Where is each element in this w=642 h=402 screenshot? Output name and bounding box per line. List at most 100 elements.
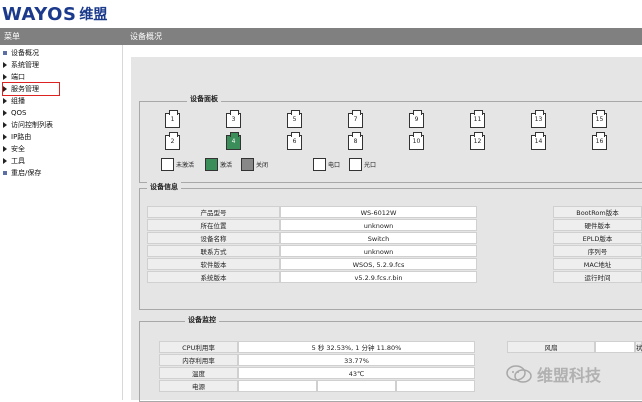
monitor-row-temperature: 温度 43℃ [159, 367, 475, 379]
port-label: 8 [353, 138, 358, 145]
info-label: BootRom版本 [553, 206, 642, 218]
port-label: 15 [595, 116, 604, 123]
port-label: 2 [170, 138, 175, 145]
port-6[interactable]: 6 [287, 132, 302, 150]
legend-label: 关闭 [256, 162, 269, 169]
info-row-hardware-version: 硬件版本 [553, 219, 642, 231]
sidebar-item-port[interactable]: 端口 [3, 71, 25, 83]
monitor-label: 状 [635, 341, 642, 353]
port-16[interactable]: 16 [592, 132, 607, 150]
watermark-text: 维盟科技 [537, 366, 602, 385]
page-title: 设备概况 [130, 32, 162, 41]
expand-arrow-icon [3, 62, 7, 68]
expand-arrow-icon [3, 134, 7, 140]
port-label: 16 [595, 138, 604, 145]
port-label: 13 [534, 116, 543, 123]
port-13[interactable]: 13 [531, 110, 546, 128]
wayos-logo: WAYOS 维盟 [2, 3, 107, 25]
port-label: 4 [231, 138, 236, 145]
square-bullet-icon [3, 171, 7, 175]
monitor-label: CPU利用率 [159, 341, 238, 353]
sidebar-item-tools[interactable]: 工具 [3, 155, 25, 167]
info-row-bootrom: BootRom版本 [553, 206, 642, 218]
port-11[interactable]: 11 [470, 110, 485, 128]
port-14[interactable]: 14 [531, 132, 546, 150]
info-label: 硬件版本 [553, 219, 642, 231]
monitor-value [238, 380, 317, 392]
main-content: 设备面板 1 3 5 7 9 11 13 15 2 4 6 8 10 12 14… [123, 45, 642, 402]
legend-closed: 关闭 [241, 158, 268, 171]
sidebar-item-qos[interactable]: QOS [3, 107, 26, 119]
sidebar-item-ip-routing[interactable]: IP路由 [3, 131, 31, 143]
device-monitor-title: 设备监控 [185, 315, 219, 325]
port-label: 11 [473, 116, 482, 123]
monitor-label: 内存利用率 [159, 354, 238, 366]
port-label: 3 [231, 116, 236, 123]
expand-arrow-icon [3, 110, 7, 116]
info-label: 运行时间 [553, 271, 642, 283]
info-row-model: 产品型号 WS-6012W [147, 206, 477, 218]
electric-port-icon [313, 158, 326, 171]
legend-active: 激活 [205, 158, 232, 171]
logo-text: WAYOS [2, 3, 77, 25]
sidebar-item-reboot-save[interactable]: 重启/保存 [3, 167, 41, 179]
info-label: MAC地址 [553, 258, 642, 270]
port-3[interactable]: 3 [226, 110, 241, 128]
port-7[interactable]: 7 [348, 110, 363, 128]
title-bar: 菜单 设备概况 [0, 28, 642, 45]
info-label: 系统版本 [147, 271, 280, 283]
port-12[interactable]: 12 [470, 132, 485, 150]
active-port-icon [205, 158, 218, 171]
sidebar-item-service-management[interactable]: 服务管理 [2, 82, 60, 96]
info-label: 序列号 [553, 245, 642, 257]
port-2[interactable]: 2 [165, 132, 180, 150]
info-row-device-name: 设备名称 Switch [147, 232, 477, 244]
port-label: 5 [292, 116, 297, 123]
header: WAYOS 维盟 [0, 0, 642, 28]
info-value: WS-6012W [280, 206, 477, 218]
expand-arrow-icon [3, 158, 7, 164]
menu-title: 菜单 [4, 32, 20, 41]
monitor-row-cpu: CPU利用率 5 秒 32.53%, 1 分钟 11.80% [159, 341, 475, 353]
sidebar-item-label: 系统管理 [11, 61, 39, 69]
device-panel-title: 设备面板 [187, 94, 221, 104]
port-5[interactable]: 5 [287, 110, 302, 128]
port-label: 1 [170, 116, 175, 123]
sidebar: 设备概况 系统管理 端口 服务管理 组播 QOS 访问控制列表 IP路由 安全 … [0, 45, 123, 400]
legend-label: 电口 [328, 162, 341, 169]
legend-label: 光口 [364, 162, 377, 169]
monitor-value-empty [396, 380, 475, 392]
info-row-mac-address: MAC地址 [553, 258, 642, 270]
sidebar-item-multicast[interactable]: 组播 [3, 95, 25, 107]
port-15[interactable]: 15 [592, 110, 607, 128]
info-row-contact: 联系方式 unknown [147, 245, 477, 257]
sidebar-item-label: QOS [11, 109, 27, 117]
info-label: 所在位置 [147, 219, 280, 231]
monitor-row-memory: 内存利用率 33.77% [159, 354, 475, 366]
sidebar-item-system-management[interactable]: 系统管理 [3, 59, 39, 71]
monitor-label: 温度 [159, 367, 238, 379]
sidebar-item-label: 组播 [11, 97, 25, 105]
legend-inactive: 未激活 [161, 158, 194, 171]
info-value: unknown [280, 245, 477, 257]
monitor-value-empty [317, 380, 396, 392]
sidebar-item-acl[interactable]: 访问控制列表 [3, 119, 53, 131]
monitor-row-fan: 风扇 状 [507, 341, 642, 353]
sidebar-item-label: 端口 [11, 73, 25, 81]
port-9[interactable]: 9 [409, 110, 424, 128]
port-label: 9 [414, 116, 419, 123]
port-10[interactable]: 10 [409, 132, 424, 150]
sidebar-item-label: IP路由 [11, 133, 32, 141]
sidebar-item-device-overview[interactable]: 设备概况 [3, 47, 39, 59]
monitor-value: 43℃ [238, 367, 475, 379]
port-8[interactable]: 8 [348, 132, 363, 150]
info-value: WSOS, 5.2.9.fcs [280, 258, 477, 270]
port-1[interactable]: 1 [165, 110, 180, 128]
port-label: 12 [473, 138, 482, 145]
expand-arrow-icon [3, 98, 7, 104]
legend-label: 激活 [220, 162, 233, 169]
monitor-value: 33.77% [238, 354, 475, 366]
closed-port-icon [241, 158, 254, 171]
port-4[interactable]: 4 [226, 132, 241, 150]
sidebar-item-security[interactable]: 安全 [3, 143, 25, 155]
